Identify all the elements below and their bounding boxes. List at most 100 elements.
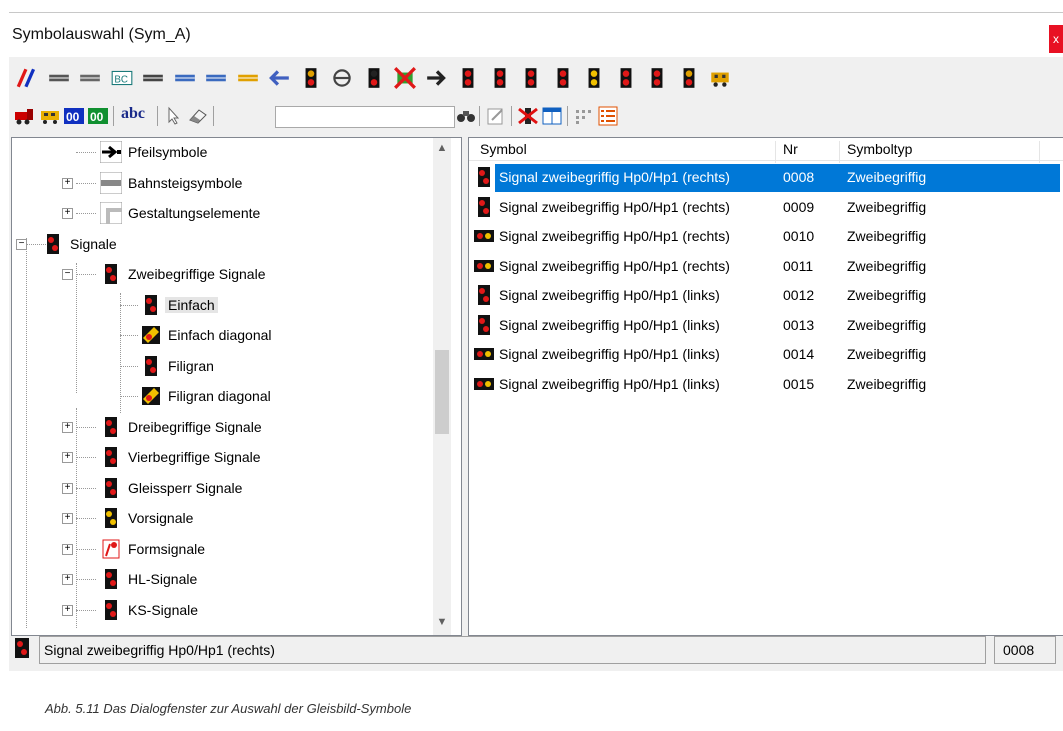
- table-row[interactable]: Signal zweibegriffig Hp0/Hp1 (links) 0013…: [469, 311, 1063, 340]
- table-row[interactable]: Signal zweibegriffig Hp0/Hp1 (rechts) 001…: [469, 252, 1063, 281]
- car-yellow-icon[interactable]: [39, 106, 61, 126]
- circle-line-icon[interactable]: [330, 66, 354, 90]
- tree-node-label: Vierbegriffige Signale: [128, 449, 261, 465]
- track-double-icon[interactable]: [15, 66, 39, 90]
- expand-icon[interactable]: +: [62, 482, 73, 494]
- list-header: Symbol Nr Symboltyp: [469, 138, 1063, 163]
- abc-text-button[interactable]: abc: [121, 105, 145, 123]
- expand-icon[interactable]: +: [62, 604, 73, 616]
- symbol-list[interactable]: Symbol Nr Symboltyp Signal zweibegriffig…: [468, 137, 1063, 636]
- small-icons-icon[interactable]: [573, 106, 595, 126]
- close-button[interactable]: x: [1049, 25, 1063, 53]
- signal-shunt-icon[interactable]: [551, 66, 575, 90]
- column-header-symbol[interactable]: Symbol: [480, 141, 527, 157]
- expand-icon[interactable]: +: [62, 177, 73, 189]
- grid-view-icon[interactable]: [541, 106, 563, 126]
- signal-double-icon[interactable]: [645, 66, 669, 90]
- signal-tower-icon[interactable]: [362, 66, 386, 90]
- signal-icon: [145, 355, 157, 376]
- expand-icon[interactable]: +: [62, 452, 73, 463]
- table-row[interactable]: Signal zweibegriffig Hp0/Hp1 (rechts) 001…: [469, 222, 1063, 251]
- cell-nr: 0012: [783, 287, 815, 303]
- crossed-out-icon[interactable]: [393, 66, 417, 90]
- scroll-up-icon[interactable]: ▲: [433, 140, 451, 156]
- column-header-type[interactable]: Symboltyp: [847, 141, 912, 157]
- tree-scrollbar[interactable]: ▲ ▼: [433, 138, 451, 635]
- cell-nr: 0011: [783, 257, 814, 274]
- expand-icon[interactable]: +: [62, 421, 73, 433]
- signal-pink-icon[interactable]: [519, 66, 543, 90]
- expand-icon[interactable]: +: [62, 543, 73, 555]
- column-header-nr[interactable]: Nr: [783, 141, 798, 157]
- collapse-icon[interactable]: −: [62, 269, 73, 280]
- car-icon[interactable]: [708, 66, 732, 90]
- signal-small-icon[interactable]: [299, 66, 323, 90]
- tree-node[interactable]: + Bahnsteigsymbole: [12, 171, 430, 195]
- edit-icon[interactable]: [485, 106, 507, 126]
- locomotive-icon[interactable]: [13, 106, 37, 126]
- tree-node[interactable]: + Vorsignale: [12, 506, 430, 530]
- signal-icon: [145, 294, 157, 315]
- expand-icon[interactable]: +: [62, 513, 73, 524]
- pointer-icon[interactable]: [163, 106, 185, 126]
- toolbar-separator: [511, 106, 512, 126]
- signal-icon: [105, 264, 117, 284]
- delete-icon[interactable]: [517, 106, 539, 126]
- symbol-category-tree[interactable]: ▲ ▼ Pfeilsymbole + Bahnsteigsymbole + Gestal…: [11, 137, 462, 636]
- track-straight-icon[interactable]: [47, 66, 71, 90]
- arrow-right-icon[interactable]: [425, 66, 449, 90]
- tree-node[interactable]: Einfach diagonal: [12, 323, 430, 347]
- track-end-left-icon[interactable]: [173, 66, 197, 90]
- tree-node[interactable]: + Vierbegriffige Signale: [12, 445, 430, 469]
- search-input[interactable]: [275, 106, 455, 128]
- tree-node[interactable]: + Gestaltungselemente: [12, 201, 430, 225]
- table-row[interactable]: Signal zweibegriffig Hp0/Hp1 (rechts) 000…: [469, 163, 1063, 192]
- list-view-icon[interactable]: [597, 106, 619, 126]
- table-row[interactable]: Signal zweibegriffig Hp0/Hp1 (links) 0015…: [469, 370, 1063, 399]
- tree-connector: [76, 457, 96, 458]
- green-00-icon[interactable]: 00: [87, 106, 109, 126]
- track-end-right-icon[interactable]: [204, 66, 228, 90]
- table-row[interactable]: Signal zweibegriffig Hp0/Hp1 (links) 0014…: [469, 340, 1063, 369]
- track-cross-icon[interactable]: [141, 66, 165, 90]
- tree-node[interactable]: + Gleissperr Signale: [12, 476, 430, 500]
- tree-node[interactable]: − Signale: [12, 232, 430, 256]
- arrow-left-icon[interactable]: [267, 66, 291, 90]
- signal-icon: [105, 477, 117, 498]
- tree-node[interactable]: + HL-Signale: [12, 567, 430, 591]
- signal-v-icon[interactable]: [677, 66, 701, 90]
- symbol-toolbar: BC: [9, 59, 1063, 99]
- binoculars-icon[interactable]: [455, 106, 477, 126]
- status-text: Signal zweibegriffig Hp0/Hp1 (rechts): [44, 642, 275, 658]
- track-platform-icon[interactable]: [78, 66, 102, 90]
- signal-black-icon[interactable]: [488, 66, 512, 90]
- tree-node[interactable]: Filigran diagonal: [12, 384, 430, 408]
- track-arrow-up-icon[interactable]: [236, 66, 260, 90]
- tree-node[interactable]: + Dreibegriffige Signale: [12, 415, 430, 439]
- signal-icon: [47, 233, 59, 254]
- scroll-thumb[interactable]: [435, 350, 449, 434]
- tree-node[interactable]: Filigran: [12, 354, 430, 378]
- table-row[interactable]: Signal zweibegriffig Hp0/Hp1 (rechts) 000…: [469, 193, 1063, 222]
- tree-node[interactable]: + KS-Signale: [12, 598, 430, 622]
- signal-red-icon[interactable]: [456, 66, 480, 90]
- tree-node[interactable]: Pfeilsymbole: [12, 140, 430, 164]
- tree-node[interactable]: Einfach: [12, 293, 430, 317]
- eraser-icon[interactable]: [187, 106, 209, 126]
- table-row[interactable]: Signal zweibegriffig Hp0/Hp1 (links) 0012…: [469, 281, 1063, 310]
- track-label-icon[interactable]: BC: [110, 66, 134, 90]
- signal-yellow-icon[interactable]: [582, 66, 606, 90]
- expand-icon[interactable]: +: [62, 208, 73, 219]
- signal-red2-icon[interactable]: [614, 66, 638, 90]
- signal-horizontal-icon: [474, 377, 494, 390]
- cell-nr: 0015: [783, 375, 815, 392]
- expand-icon[interactable]: +: [62, 574, 73, 585]
- scroll-down-icon[interactable]: ▼: [433, 614, 451, 630]
- tree-node[interactable]: + Formsignale: [12, 537, 430, 561]
- signal-diagonal-icon: [142, 326, 160, 344]
- signal-horizontal-icon: [474, 259, 494, 272]
- form-signal-icon: [102, 539, 120, 558]
- tree-node[interactable]: − Zweibegriffige Signale: [12, 262, 430, 286]
- cell-type: Zweibegriffig: [847, 287, 927, 303]
- blue-00-icon[interactable]: 00: [63, 106, 85, 126]
